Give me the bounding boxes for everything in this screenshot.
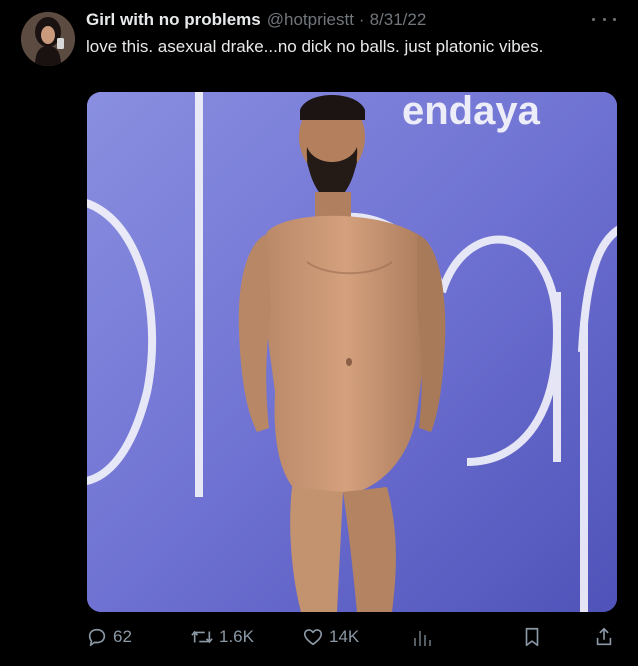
tweet-header: Girl with no problems @hotpriestt · 8/31… xyxy=(86,10,618,32)
tweet-actions: 62 1.6K 14K xyxy=(86,622,616,652)
share-button[interactable] xyxy=(594,622,614,652)
tweet-date[interactable]: 8/31/22 xyxy=(370,10,427,30)
author-name[interactable]: Girl with no problems xyxy=(86,10,261,30)
retweet-icon xyxy=(191,630,213,644)
bookmark-button[interactable] xyxy=(522,622,542,652)
heart-icon xyxy=(303,629,323,646)
more-dots-icon[interactable] xyxy=(592,14,616,24)
analytics-icon xyxy=(414,631,431,646)
share-icon xyxy=(596,627,612,646)
tweet-media[interactable]: endaya xyxy=(87,92,617,612)
retweet-count: 1.6K xyxy=(219,627,254,646)
header-separator: · xyxy=(358,10,365,29)
views-button[interactable] xyxy=(412,622,432,652)
avatar[interactable] xyxy=(21,12,75,66)
backdrop-text: endaya xyxy=(402,92,541,133)
reply-button[interactable]: 62 xyxy=(86,622,132,652)
tweet-text: love this. asexual drake...no dick no ba… xyxy=(86,37,544,56)
like-button[interactable]: 14K xyxy=(302,622,359,652)
bookmark-icon xyxy=(525,627,539,647)
retweet-button[interactable]: 1.6K xyxy=(190,622,254,652)
like-count: 14K xyxy=(329,627,360,646)
author-handle[interactable]: @hotpriestt xyxy=(267,10,354,30)
reply-icon xyxy=(88,628,106,647)
avatar-image xyxy=(21,12,75,66)
media-image: endaya xyxy=(87,92,617,612)
reply-count: 62 xyxy=(113,627,132,646)
